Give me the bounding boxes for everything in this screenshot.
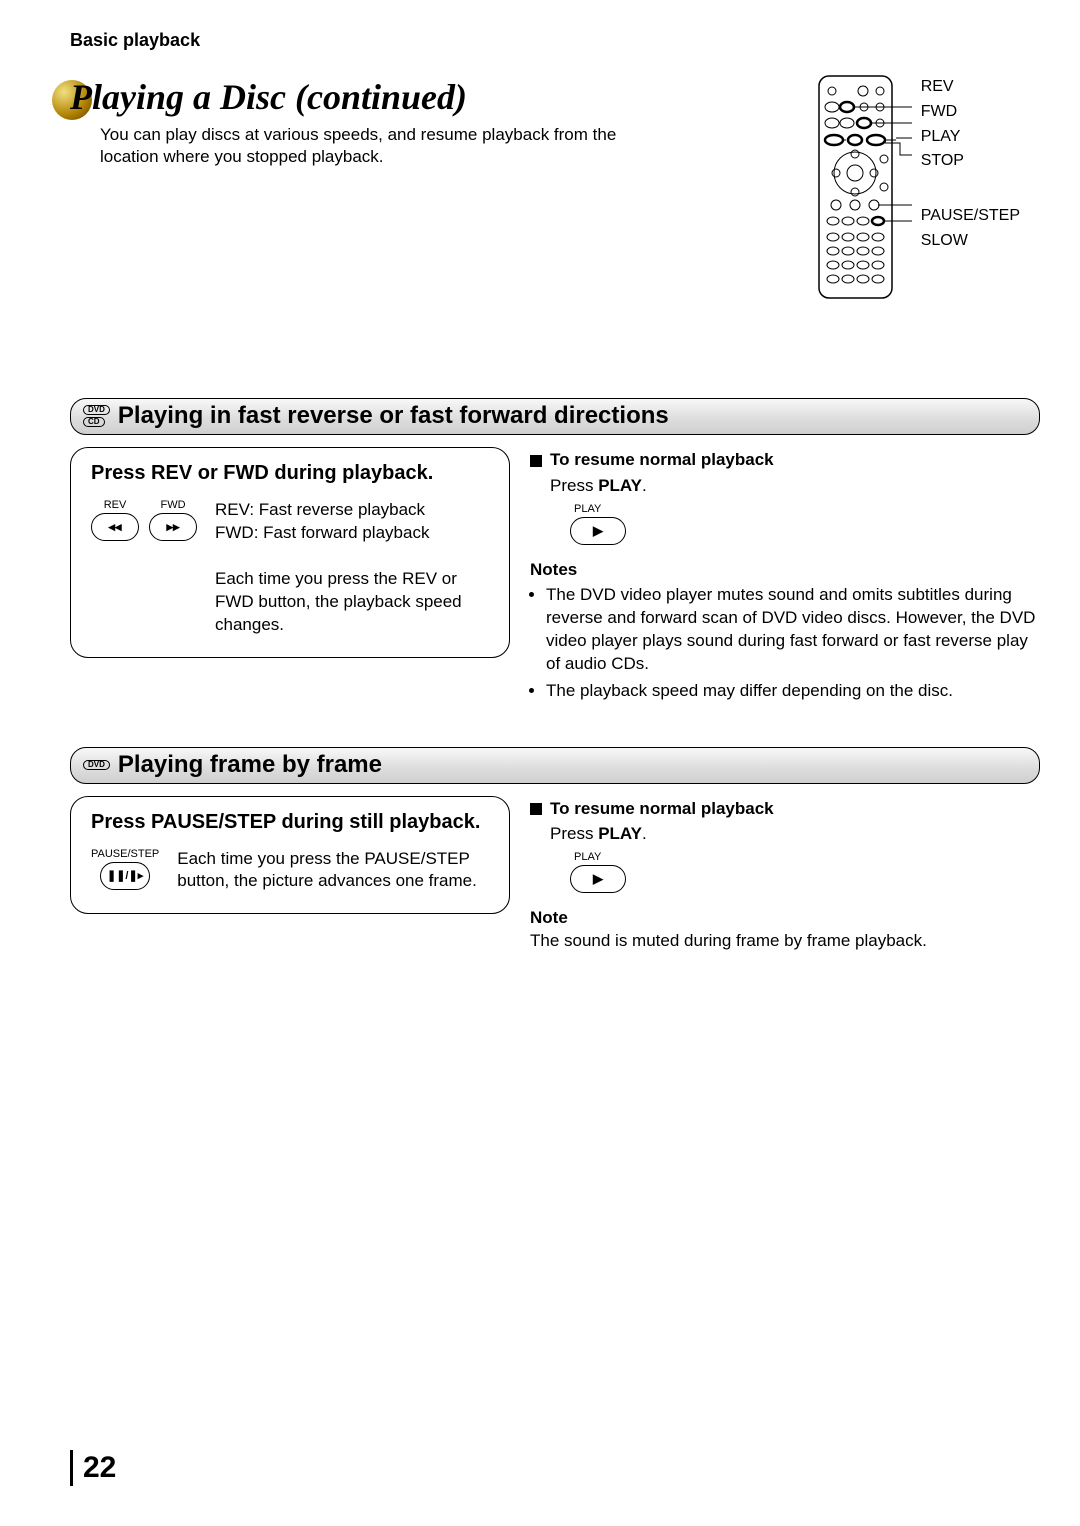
play-button-icon: ▶ [570, 865, 626, 893]
resume-prefix: Press [550, 824, 598, 843]
resume-head: To resume normal playback [550, 449, 774, 472]
badge-dvd: DVD [83, 405, 110, 415]
notes-list: The DVD video player mutes sound and omi… [530, 584, 1040, 703]
fwd-button-icon: ▸▸ [149, 513, 197, 541]
badge-dvd-cd: DVD CD [83, 404, 110, 428]
desc-fwd: FWD: Fast forward playback [215, 522, 489, 545]
section1-right: To resume normal playback Press PLAY. PL… [530, 447, 1040, 706]
resume-text: Press PLAY. [550, 823, 1040, 846]
rev-caption: REV [104, 499, 127, 511]
badge-cd: CD [83, 417, 105, 427]
note-heading: Note [530, 907, 1040, 930]
section-header-frame: DVD Playing frame by frame [70, 747, 1040, 784]
section1-body: Press REV or FWD during playback. REV ◂◂… [70, 447, 1040, 706]
section-title: Playing frame by frame [118, 751, 382, 779]
section2-btn-desc: Each time you press the PAUSE/STEP butto… [177, 848, 489, 894]
square-bullet-icon [530, 803, 542, 815]
resume-text: Press PLAY. [550, 475, 1040, 498]
section-header-fastplay: DVD CD Playing in fast reverse or fast f… [70, 398, 1040, 435]
remote-label-pause: PAUSE/STEP [921, 204, 1020, 229]
resume-bold: PLAY [598, 824, 642, 843]
page-title: Playing a Disc (continued) [70, 76, 1040, 118]
play-caption: PLAY [574, 850, 1040, 865]
badge-dvd: DVD [83, 760, 110, 770]
square-bullet-icon [530, 455, 542, 467]
desc-speed: Each time you press the REV or FWD butto… [215, 568, 489, 637]
rev-button-icon: ◂◂ [91, 513, 139, 541]
desc-rev: REV: Fast reverse playback [215, 499, 489, 522]
note-text: The sound is muted during frame by frame… [530, 930, 1040, 953]
rev-fwd-buttons: REV ◂◂ FWD ▸▸ [91, 499, 197, 541]
manual-page: Basic playback [0, 0, 1080, 1526]
pause-step-button-icon: ❚❚/❚▸ [100, 862, 150, 890]
intro-text: You can play discs at various speeds, an… [100, 124, 630, 168]
play-button-icon: ▶ [570, 517, 626, 545]
section2-right: To resume normal playback Press PLAY. PL… [530, 796, 1040, 954]
breadcrumb: Basic playback [70, 30, 1040, 51]
section-title: Playing in fast reverse or fast forward … [118, 402, 669, 430]
title-row: Playing a Disc (continued) You can play … [70, 76, 1040, 168]
notes-heading: Notes [530, 559, 1040, 582]
section1-left-heading: Press REV or FWD during playback. [91, 462, 489, 485]
resume-prefix: Press [550, 476, 598, 495]
section1-left-box: Press REV or FWD during playback. REV ◂◂… [70, 447, 510, 658]
section2-left-heading: Press PAUSE/STEP during still playback. [91, 811, 489, 834]
note-item: The playback speed may differ depending … [546, 680, 1040, 703]
resume-bold: PLAY [598, 476, 642, 495]
resume-head: To resume normal playback [550, 798, 774, 821]
note-item: The DVD video player mutes sound and omi… [546, 584, 1040, 676]
section1-btn-desc: REV: Fast reverse playback FWD: Fast for… [215, 499, 489, 637]
fwd-caption: FWD [160, 499, 185, 511]
badge-dvd-only: DVD [83, 759, 110, 771]
remote-label-slow: SLOW [921, 229, 1020, 254]
pause-button-group: PAUSE/STEP ❚❚/❚▸ [91, 848, 159, 890]
section2-left-box: Press PAUSE/STEP during still playback. … [70, 796, 510, 915]
pause-caption: PAUSE/STEP [91, 848, 159, 860]
play-caption: PLAY [574, 502, 1040, 517]
section2-body: Press PAUSE/STEP during still playback. … [70, 796, 1040, 954]
page-number: 22 [70, 1450, 116, 1486]
